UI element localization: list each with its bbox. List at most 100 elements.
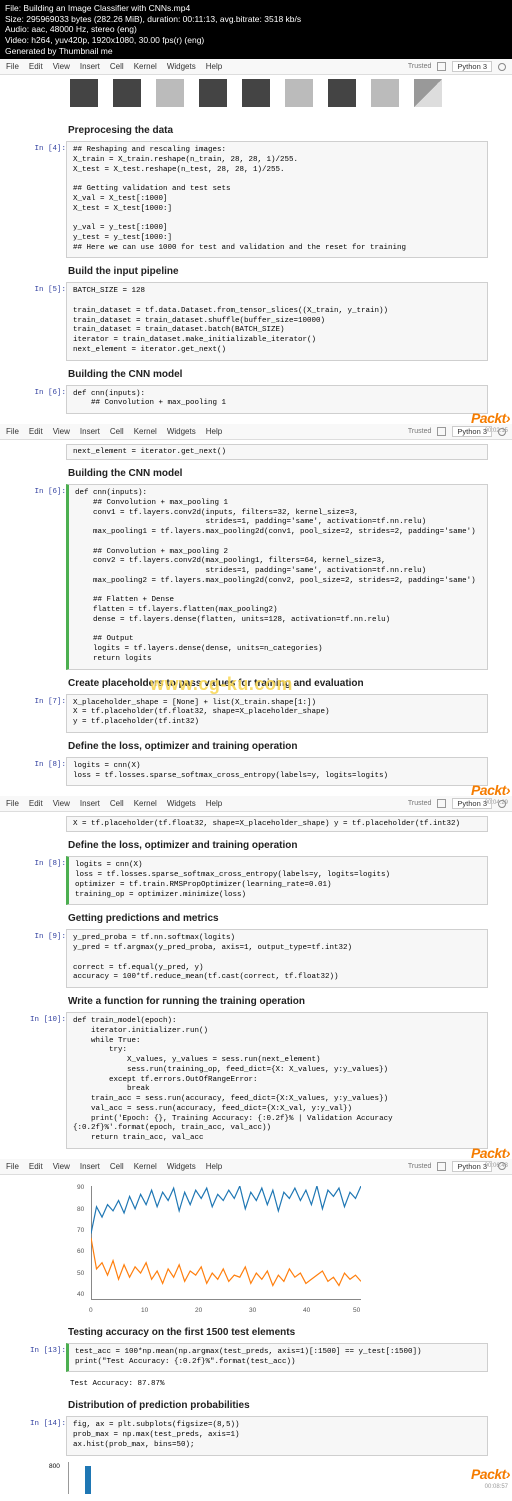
edit-icon[interactable] xyxy=(437,427,446,436)
menu-view[interactable]: View xyxy=(53,799,70,808)
edit-icon[interactable] xyxy=(437,62,446,71)
menu-widgets[interactable]: Widgets xyxy=(167,62,196,71)
menu-edit[interactable]: Edit xyxy=(29,1162,43,1171)
packt-watermark: Packt› xyxy=(471,410,510,426)
heading-loss-2: Define the loss, optimizer and training … xyxy=(68,840,488,851)
packt-watermark: Packt› xyxy=(471,1466,510,1482)
code-cell-6-partial[interactable]: def cnn(inputs): ## Convolution + max_po… xyxy=(66,385,488,415)
menu-help[interactable]: Help xyxy=(206,427,222,436)
meta-size: Size: 295969033 bytes (282.26 MiB), dura… xyxy=(5,14,507,25)
menu-file[interactable]: File xyxy=(6,799,19,808)
menu-insert[interactable]: Insert xyxy=(80,62,100,71)
thumb-item xyxy=(371,79,399,107)
timestamp-overlay: 00:04:29 xyxy=(485,800,508,806)
cell-prompt: In [8]: xyxy=(24,856,66,868)
trusted-indicator: Trusted xyxy=(408,1163,431,1170)
menu-insert[interactable]: Insert xyxy=(80,427,100,436)
visible-code-fragment: X = tf.placeholder(tf.float32, shape=X_p… xyxy=(66,816,488,832)
thumb-item xyxy=(285,79,313,107)
cgku-watermark: www.cg-ku.com xyxy=(150,674,293,695)
timestamp-overlay: 00:06:43 xyxy=(485,1163,508,1169)
menu-view[interactable]: View xyxy=(53,62,70,71)
cell-prompt: In [9]: xyxy=(24,929,66,941)
menu-edit[interactable]: Edit xyxy=(29,427,43,436)
thumb-item xyxy=(199,79,227,107)
cell-prompt: In [5]: xyxy=(24,282,66,294)
menu-view[interactable]: View xyxy=(53,1162,70,1171)
menu-file[interactable]: File xyxy=(6,427,19,436)
cell-prompt: In [6]: xyxy=(24,484,66,496)
menu-cell[interactable]: Cell xyxy=(110,62,124,71)
thumb-item xyxy=(414,79,442,107)
meta-video: Video: h264, yuv420p, 1920x1080, 30.00 f… xyxy=(5,35,507,46)
timestamp-overlay: 00:08:57 xyxy=(485,1484,508,1490)
meta-generated: Generated by Thumbnail me xyxy=(5,46,507,57)
meta-file: File: Building an Image Classifier with … xyxy=(5,3,507,14)
meta-audio: Audio: aac, 48000 Hz, stereo (eng) xyxy=(5,24,507,35)
menu-widgets[interactable]: Widgets xyxy=(167,427,196,436)
jupyter-menubar: File Edit View Insert Cell Kernel Widget… xyxy=(0,424,512,440)
output-test-accuracy: Test Accuracy: 87.87% xyxy=(68,1378,488,1392)
packt-watermark: Packt› xyxy=(471,1145,510,1161)
jupyter-menubar: File Edit View Insert Cell Kernel Widget… xyxy=(0,796,512,812)
cell-prompt: In [10]: xyxy=(24,1012,66,1024)
code-cell-8[interactable]: logits = cnn(X) loss = tf.losses.sparse_… xyxy=(66,856,488,905)
menu-kernel[interactable]: Kernel xyxy=(134,799,157,808)
code-cell-14[interactable]: fig, ax = plt.subplots(figsize=(8,5)) pr… xyxy=(66,1416,488,1455)
cell-prompt: In [4]: xyxy=(24,141,66,153)
cell-prompt: In [13]: xyxy=(24,1343,66,1355)
edit-icon[interactable] xyxy=(437,1162,446,1171)
menu-cell[interactable]: Cell xyxy=(110,799,124,808)
heading-pipeline: Build the input pipeline xyxy=(68,266,488,277)
timestamp-overlay: 00:02:15 xyxy=(485,428,508,434)
menu-kernel[interactable]: Kernel xyxy=(134,427,157,436)
cell-prompt: In [14]: xyxy=(24,1416,66,1428)
code-cell-6[interactable]: def cnn(inputs): ## Convolution + max_po… xyxy=(66,484,488,670)
menu-view[interactable]: View xyxy=(53,427,70,436)
menu-help[interactable]: Help xyxy=(206,1162,222,1171)
kernel-status-circle xyxy=(498,63,506,71)
heading-loss: Define the loss, optimizer and training … xyxy=(68,741,488,752)
video-metadata-header: File: Building an Image Classifier with … xyxy=(0,0,512,59)
menu-file[interactable]: File xyxy=(6,1162,19,1171)
jupyter-menubar: File Edit View Insert Cell Kernel Widget… xyxy=(0,59,512,75)
thumb-item xyxy=(328,79,356,107)
menu-cell[interactable]: Cell xyxy=(110,427,124,436)
menu-kernel[interactable]: Kernel xyxy=(134,62,157,71)
code-cell-8-partial[interactable]: logits = cnn(X) loss = tf.losses.sparse_… xyxy=(66,757,488,787)
menu-widgets[interactable]: Widgets xyxy=(167,1162,196,1171)
kernel-indicator[interactable]: Python 3 xyxy=(452,61,492,72)
heading-predictions: Getting predictions and metrics xyxy=(68,913,488,924)
jupyter-menubar: File Edit View Insert Cell Kernel Widget… xyxy=(0,1159,512,1175)
thumb-item xyxy=(242,79,270,107)
menu-file[interactable]: File xyxy=(6,62,19,71)
code-cell-7[interactable]: X_placeholder_shape = [None] + list(X_tr… xyxy=(66,694,488,733)
menu-widgets[interactable]: Widgets xyxy=(167,799,196,808)
code-cell-10[interactable]: def train_model(epoch): iterator.initial… xyxy=(66,1012,488,1149)
fashion-mnist-thumbnails xyxy=(0,75,512,113)
heading-preprocessing: Preprocesing the data xyxy=(68,125,488,136)
cell-prompt: In [8]: xyxy=(24,757,66,769)
thumb-item xyxy=(113,79,141,107)
menu-help[interactable]: Help xyxy=(206,799,222,808)
menu-help[interactable]: Help xyxy=(206,62,222,71)
menu-edit[interactable]: Edit xyxy=(29,62,43,71)
heading-train-fn: Write a function for running the trainin… xyxy=(68,996,488,1007)
trusted-indicator: Trusted xyxy=(408,428,431,435)
code-cell-13[interactable]: test_acc = 100*np.mean(np.argmax(test_pr… xyxy=(66,1343,488,1373)
code-cell-5[interactable]: BATCH_SIZE = 128 train_dataset = tf.data… xyxy=(66,282,488,360)
menu-insert[interactable]: Insert xyxy=(80,1162,100,1171)
edit-icon[interactable] xyxy=(437,799,446,808)
histogram-output: 800 xyxy=(68,1462,328,1494)
menu-insert[interactable]: Insert xyxy=(80,799,100,808)
code-cell-4[interactable]: ## Reshaping and rescaling images: X_tra… xyxy=(66,141,488,258)
heading-distribution: Distribution of prediction probabilities xyxy=(68,1400,488,1411)
trusted-indicator: Trusted xyxy=(408,63,431,70)
code-cell-9[interactable]: y_pred_proba = tf.nn.softmax(logits) y_p… xyxy=(66,929,488,988)
menu-edit[interactable]: Edit xyxy=(29,799,43,808)
heading-cnn-2: Building the CNN model xyxy=(68,468,488,479)
menu-cell[interactable]: Cell xyxy=(110,1162,124,1171)
menu-kernel[interactable]: Kernel xyxy=(134,1162,157,1171)
training-accuracy-chart: 90 80 70 60 50 40 0 10 20 30 40 50 xyxy=(68,1179,368,1319)
trusted-indicator: Trusted xyxy=(408,800,431,807)
